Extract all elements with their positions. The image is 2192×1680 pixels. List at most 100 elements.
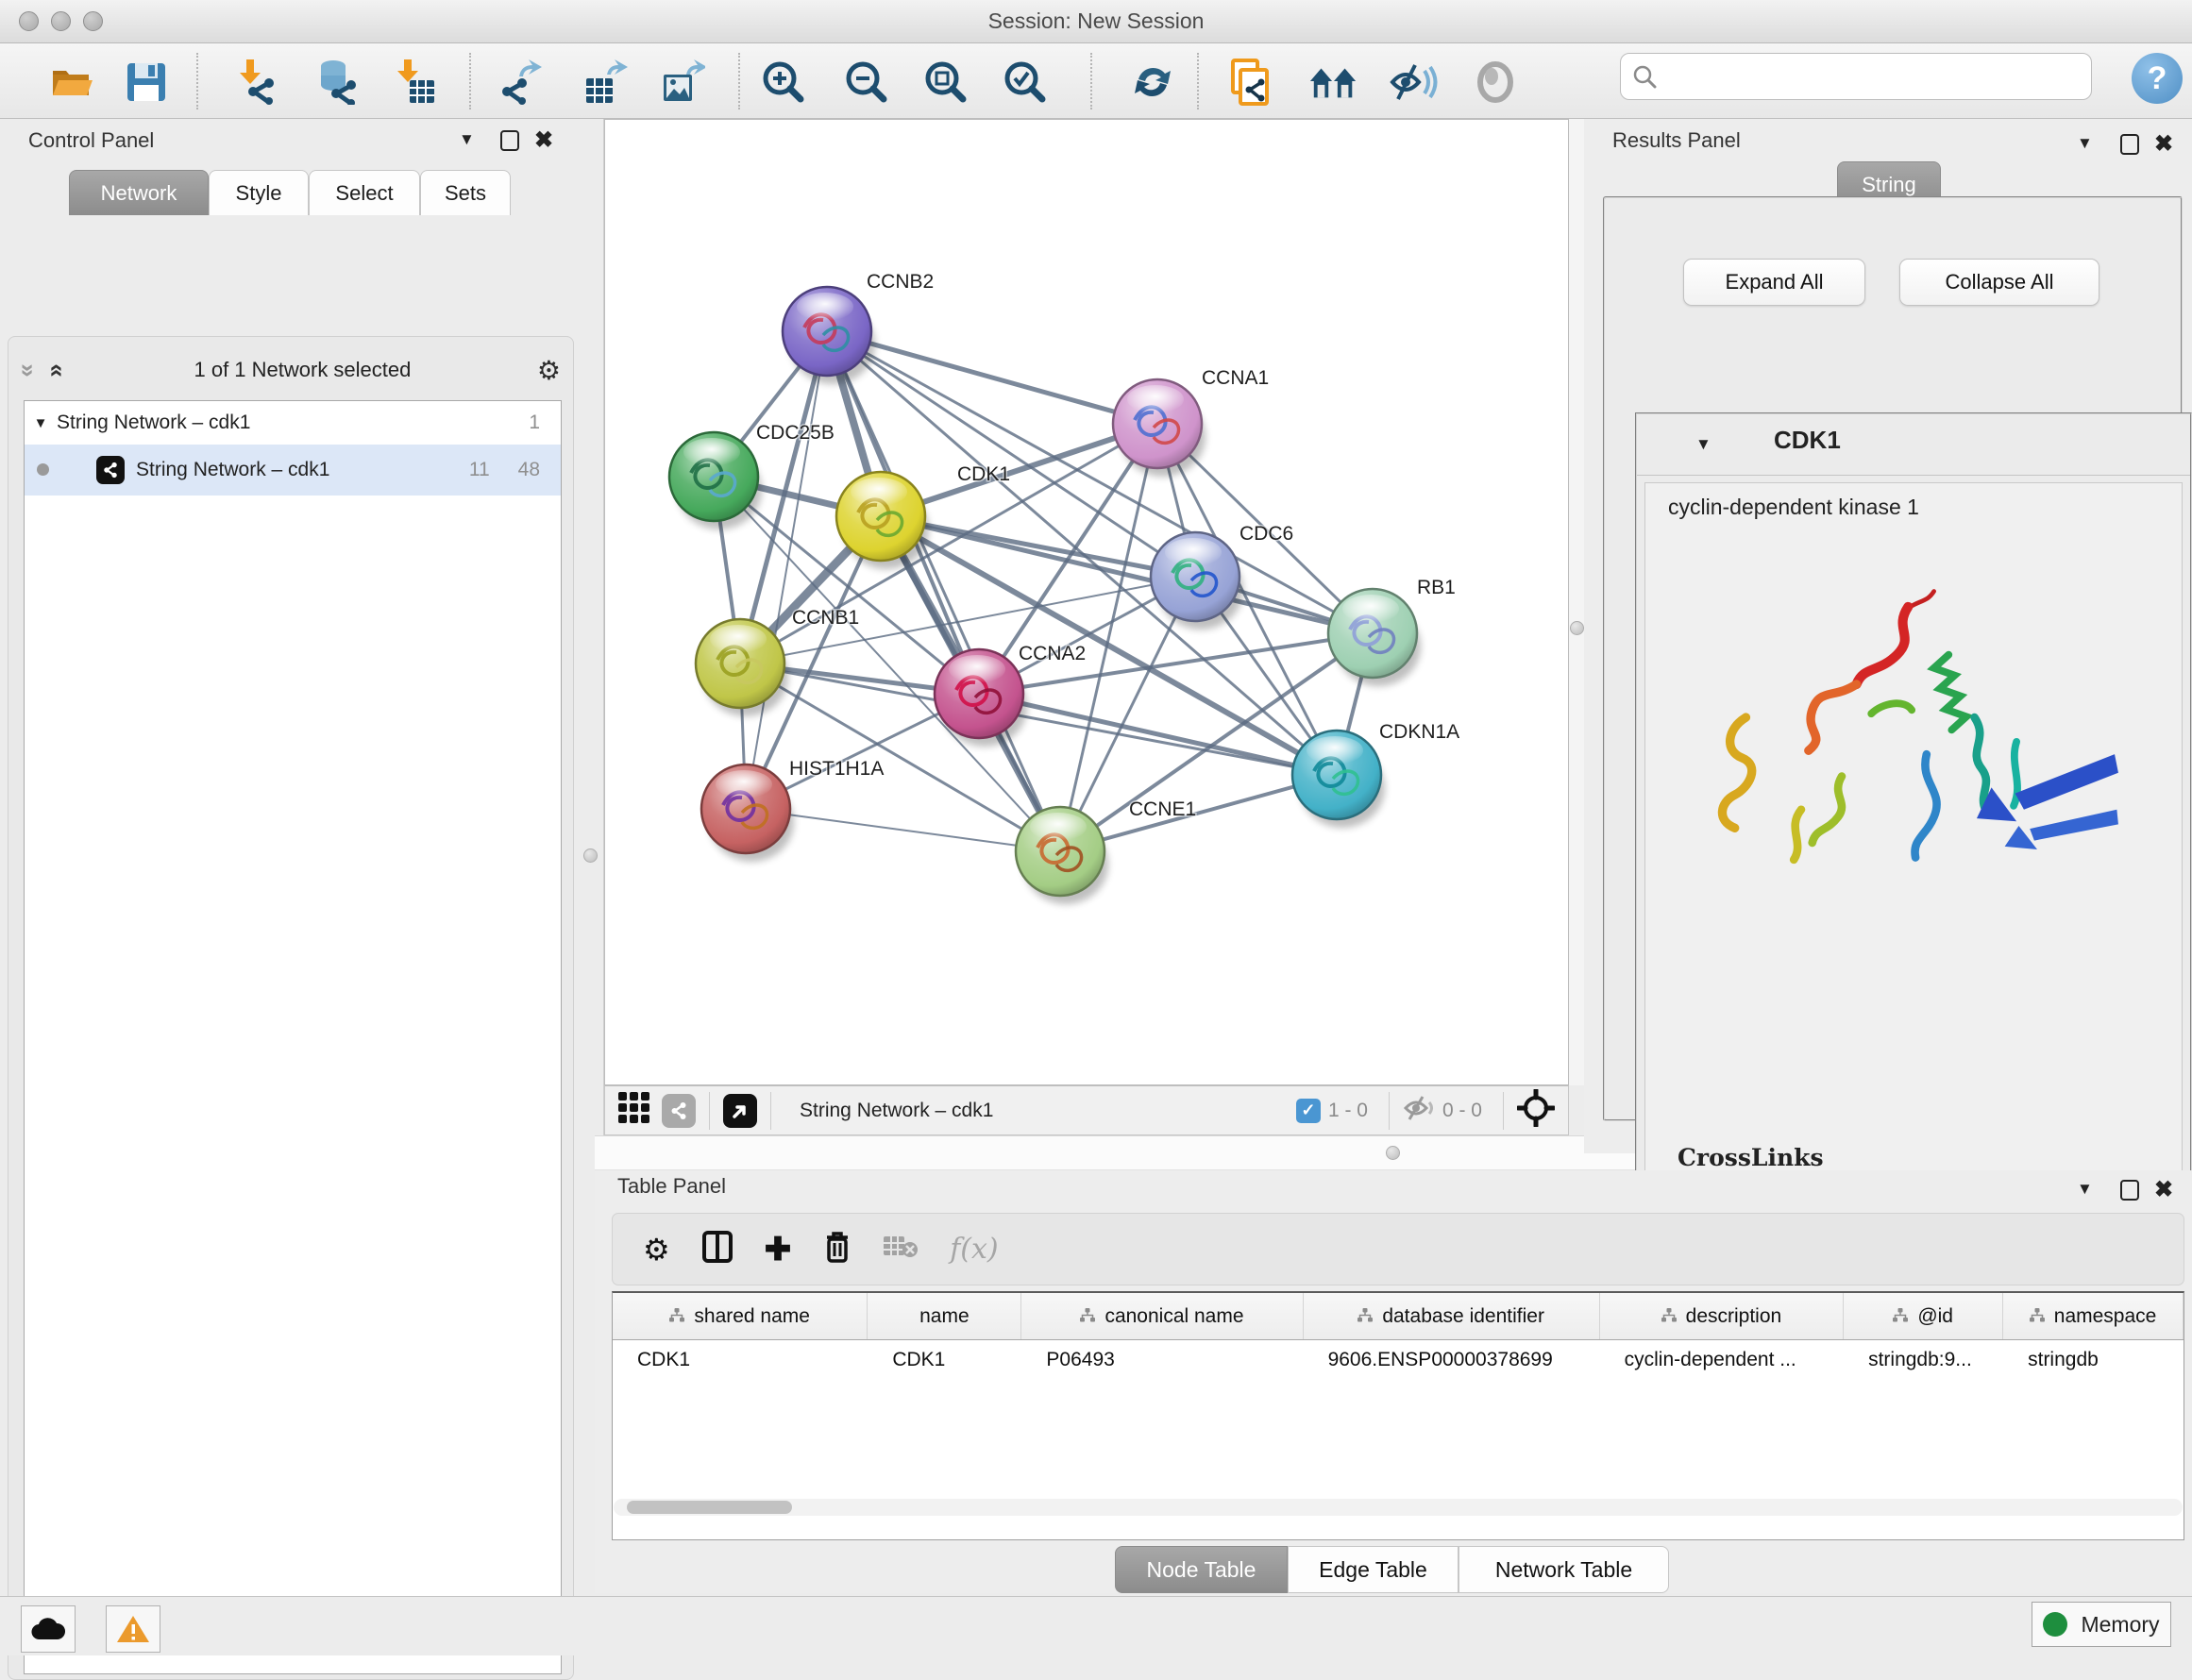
table-cell[interactable]: cyclin-dependent ... (1600, 1349, 1844, 1371)
splitter-handle[interactable] (1386, 1146, 1400, 1160)
memory-status-dot (2043, 1612, 2067, 1637)
grid-view-icon[interactable] (618, 1092, 650, 1129)
open-session-button[interactable] (47, 57, 98, 108)
search-input[interactable] (1657, 65, 2063, 88)
table-cell[interactable]: CDK1 (868, 1349, 1021, 1371)
help-button[interactable]: ? (2132, 53, 2183, 104)
zoom-selected-button[interactable] (1000, 57, 1051, 108)
network-collection-row[interactable]: ▼ String Network – cdk1 1 (25, 401, 561, 445)
splitter-handle[interactable] (1570, 621, 1584, 635)
column-header-name[interactable]: name (868, 1293, 1021, 1339)
network-node-RB1[interactable] (1328, 589, 1421, 686)
collapse-panel-icon[interactable]: ▼ (2077, 1180, 2093, 1199)
table-cell[interactable]: stringdb (2003, 1349, 2184, 1371)
column-header-canonical-name[interactable]: canonical name (1021, 1293, 1303, 1339)
column-header-shared-name[interactable]: shared name (613, 1293, 868, 1339)
network-node-CCNA1[interactable] (1113, 379, 1206, 477)
network-graph[interactable]: CCNB2CCNA1CDC25BCDK1CDC6RB1CCNB1CCNA2CDK… (605, 120, 1568, 1084)
memory-button[interactable]: Memory (2032, 1602, 2171, 1647)
collapse-all-networks-icon[interactable]: » (41, 357, 70, 383)
network-node-CCNB1[interactable] (696, 619, 788, 716)
birds-eye-view-icon[interactable] (723, 1094, 757, 1128)
network-canvas[interactable]: CCNB2CCNA1CDC25BCDK1CDC6RB1CCNB1CCNA2CDK… (604, 119, 1569, 1085)
tab-style[interactable]: Style (209, 170, 309, 215)
table-cell[interactable]: CDK1 (613, 1349, 868, 1371)
expand-all-networks-icon[interactable]: » (14, 357, 43, 383)
delete-column-trash-icon[interactable] (823, 1230, 852, 1268)
column-label: namespace (2054, 1305, 2157, 1328)
tab-sets[interactable]: Sets (420, 170, 511, 215)
float-panel-icon[interactable] (2120, 134, 2139, 155)
import-network-from-database-button[interactable] (310, 57, 361, 108)
minimize-window-button[interactable] (51, 11, 71, 31)
zoom-fit-content-button[interactable] (920, 57, 971, 108)
add-column-plus-icon[interactable]: ✚ (765, 1231, 792, 1268)
network-node-CDC25B[interactable] (669, 432, 762, 529)
results-panel-splitter[interactable] (1569, 119, 1584, 1085)
network-edge-CCNB2-CCNA1[interactable] (827, 331, 1157, 424)
network-node-HIST1H1A[interactable] (701, 764, 794, 862)
warnings-button[interactable] (106, 1605, 160, 1653)
show-columns-icon[interactable] (702, 1231, 733, 1268)
search-box[interactable] (1620, 53, 2092, 100)
tab-select[interactable]: Select (309, 170, 420, 215)
zoom-window-button[interactable] (83, 11, 103, 31)
column-header--id[interactable]: @id (1844, 1293, 2003, 1339)
column-header-description[interactable]: description (1600, 1293, 1844, 1339)
collapse-panel-icon[interactable]: ▼ (459, 130, 475, 149)
horizontal-scrollbar[interactable] (614, 1499, 2183, 1516)
collapse-all-button[interactable]: Collapse All (1899, 259, 2099, 306)
gene-collapse-icon[interactable]: ▼ (1695, 435, 1711, 454)
fit-selection-crosshair-icon[interactable] (1517, 1089, 1555, 1132)
network-thumbnail-icon[interactable] (662, 1094, 696, 1128)
table-settings-gear-icon[interactable]: ⚙ (643, 1232, 670, 1268)
network-node-CCNA2[interactable] (935, 649, 1027, 747)
close-panel-icon[interactable]: ✖ (2154, 130, 2173, 158)
tree-expander-icon[interactable]: ▼ (25, 415, 57, 431)
import-network-from-file-button[interactable] (231, 57, 282, 108)
selected-checkbox[interactable]: ✓ (1296, 1099, 1321, 1123)
export-network-button[interactable] (498, 57, 549, 108)
network-node-CDKN1A[interactable] (1292, 731, 1385, 828)
export-table-button[interactable] (581, 57, 632, 108)
tree-column-icon (669, 1305, 684, 1328)
table-panel: Table Panel ▼ ✖ ⚙ ✚ f(x) shared namename… (595, 1170, 2192, 1593)
float-panel-icon[interactable] (500, 130, 519, 151)
zoom-in-button[interactable] (758, 57, 809, 108)
network-row-selected[interactable]: String Network – cdk1 11 48 (25, 445, 561, 496)
zoom-out-button[interactable] (841, 57, 892, 108)
network-node-CDC6[interactable] (1151, 532, 1243, 630)
close-panel-icon[interactable]: ✖ (534, 126, 553, 154)
expand-all-button[interactable]: Expand All (1683, 259, 1865, 306)
node-label-CCNA1: CCNA1 (1202, 367, 1269, 389)
close-panel-icon[interactable]: ✖ (2154, 1176, 2173, 1203)
tab-network[interactable]: Network (69, 170, 209, 215)
float-panel-icon[interactable] (2120, 1180, 2139, 1201)
gear-icon[interactable]: ⚙ (537, 355, 561, 386)
column-header-database-identifier[interactable]: database identifier (1304, 1293, 1600, 1339)
table-cell[interactable]: stringdb:9... (1844, 1349, 2003, 1371)
export-image-button[interactable] (658, 57, 709, 108)
tab-node-table[interactable]: Node Table (1115, 1546, 1288, 1593)
network-edge-CCNA2-CDKN1A[interactable] (979, 694, 1337, 775)
import-table-from-file-button[interactable] (390, 57, 441, 108)
scrollbar-thumb[interactable] (627, 1501, 792, 1514)
cloud-button[interactable] (21, 1605, 76, 1653)
collapse-panel-icon[interactable]: ▼ (2077, 134, 2093, 153)
table-cell[interactable]: 9606.ENSP00000378699 (1304, 1349, 1600, 1371)
network-node-CDK1[interactable] (836, 472, 929, 569)
column-header-namespace[interactable]: namespace (2003, 1293, 2184, 1339)
hide-selected-button[interactable] (1388, 57, 1439, 108)
table-cell[interactable]: P06493 (1021, 1349, 1303, 1371)
save-session-button[interactable] (121, 57, 172, 108)
table-row[interactable]: CDK1CDK1P064939606.ENSP00000378699cyclin… (613, 1340, 2184, 1380)
tab-edge-table[interactable]: Edge Table (1288, 1546, 1459, 1593)
first-neighbors-button[interactable] (1308, 57, 1359, 108)
close-window-button[interactable] (19, 11, 39, 31)
tab-network-table[interactable]: Network Table (1459, 1546, 1669, 1593)
network-edge-CCNB2-HIST1H1A[interactable] (746, 331, 827, 809)
apply-preferred-layout-button[interactable] (1127, 57, 1178, 108)
splitter-handle[interactable] (583, 848, 598, 863)
new-network-from-selection-button[interactable] (1224, 57, 1275, 108)
network-node-CCNE1[interactable] (1016, 807, 1108, 904)
